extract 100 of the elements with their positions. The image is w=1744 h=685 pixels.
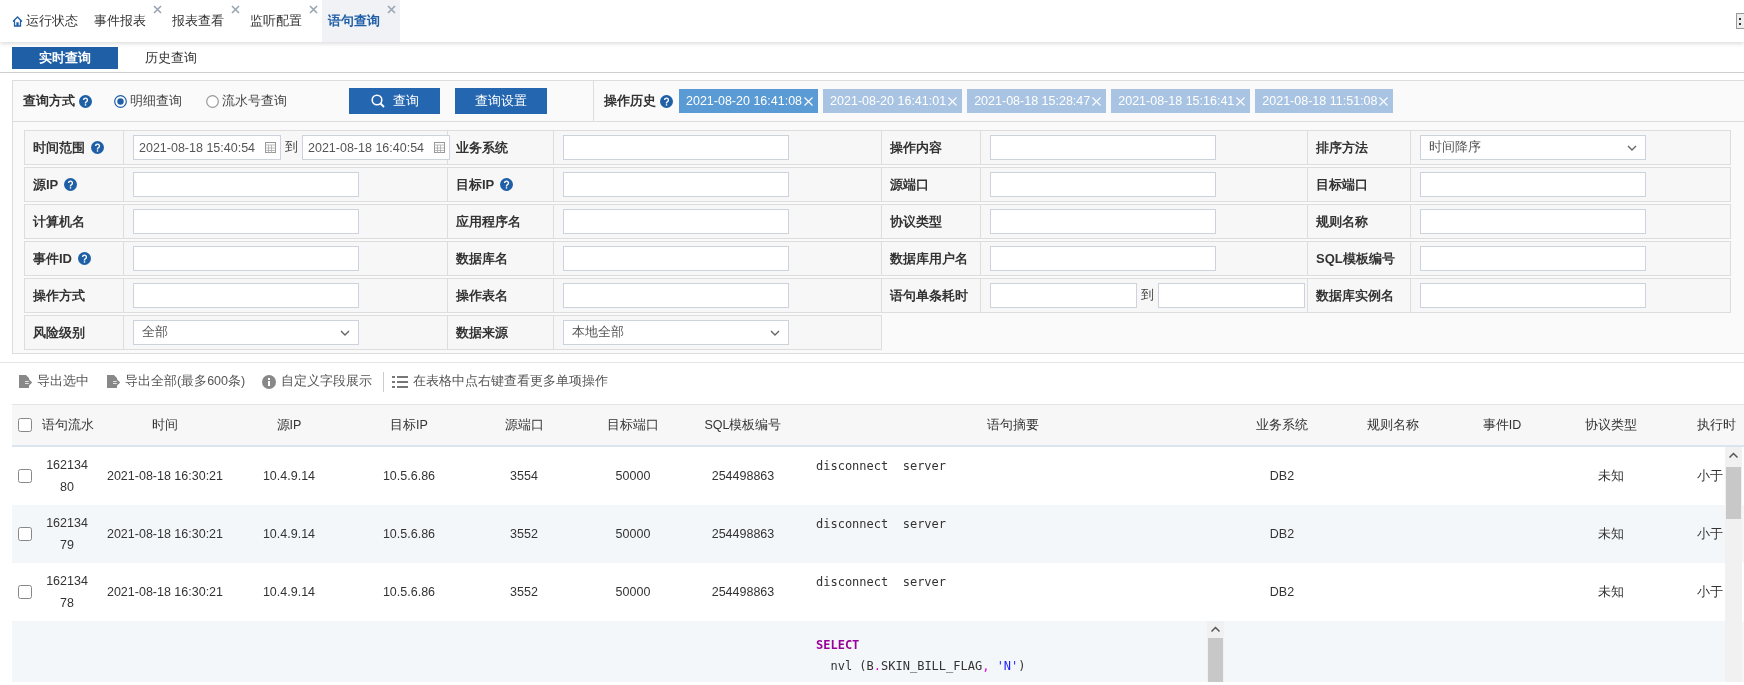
scrollbar[interactable] (1725, 447, 1742, 682)
text-field[interactable] (990, 209, 1216, 234)
tab[interactable]: 事件报表 (88, 0, 166, 42)
text-field[interactable] (133, 172, 359, 197)
toolbar-button[interactable]: 导出选中 (18, 373, 89, 390)
field-label: 数据库用户名 (890, 249, 968, 268)
tab[interactable]: 报表查看 (166, 0, 244, 42)
dropdown[interactable]: 本地全部 (563, 320, 789, 345)
field-label: 操作方式 (33, 286, 85, 305)
tab[interactable]: 语句查询 (322, 0, 400, 42)
checkbox[interactable] (18, 527, 32, 541)
checkbox[interactable] (18, 585, 32, 599)
table-cell: DB2 (1269, 469, 1295, 483)
tab[interactable]: 实时查询 (12, 47, 118, 69)
close-icon[interactable] (231, 5, 240, 14)
text-field[interactable] (563, 172, 789, 197)
field-label: 数据库实例名 (1316, 286, 1394, 305)
scrollbar-thumb[interactable] (1726, 467, 1741, 519)
column-header[interactable]: 执行时 (1697, 416, 1736, 434)
help-icon[interactable] (91, 141, 104, 154)
help-icon[interactable] (660, 94, 673, 108)
dropdown[interactable]: 时间降序 (1420, 135, 1646, 160)
field-label: 协议类型 (890, 212, 942, 231)
scrollbar-thumb[interactable] (1208, 638, 1223, 682)
text-field[interactable] (1420, 246, 1646, 271)
text-field[interactable] (133, 283, 359, 308)
column-header[interactable]: 目标IP (390, 416, 428, 434)
close-icon[interactable] (153, 5, 162, 14)
field-label: 语句单条耗时 (890, 286, 968, 305)
column-header[interactable]: SQL模板编号 (704, 416, 782, 434)
calendar-icon[interactable] (265, 142, 276, 153)
table-cell: 10.5.6.86 (382, 469, 436, 483)
text-field[interactable] (1420, 283, 1646, 308)
toolbar-button[interactable]: 自定义字段展示 (262, 373, 373, 390)
field-label: 业务系统 (456, 138, 508, 157)
text-field[interactable] (1420, 172, 1646, 197)
field-label: 应用程序名 (456, 212, 521, 231)
date-field[interactable]: 2021-08-18 16:40:54 (302, 135, 450, 160)
checkbox[interactable] (18, 469, 32, 483)
table-cell-text: 16213480 (46, 457, 88, 496)
calendar-icon[interactable] (434, 142, 445, 153)
more-button[interactable] (1736, 13, 1744, 29)
column-header[interactable]: 规则名称 (1367, 416, 1419, 434)
settings-button[interactable]: 查询设置 (455, 88, 547, 114)
toolbar-button[interactable]: 导出全部(最多600条) (106, 373, 246, 390)
help-icon[interactable] (79, 94, 92, 108)
help-icon[interactable] (500, 178, 514, 191)
tab[interactable]: 历史查询 (118, 47, 224, 69)
text-field[interactable] (1158, 283, 1305, 308)
text-field[interactable] (133, 209, 359, 234)
text-field[interactable] (133, 246, 359, 271)
radio-option[interactable]: 明细查询 (114, 92, 182, 110)
text-field[interactable] (563, 283, 789, 308)
dropdown[interactable]: 全部 (133, 320, 359, 345)
field-label: 数据来源 (456, 323, 508, 342)
text-field[interactable] (1420, 209, 1646, 234)
table-cell: 254498863 (711, 585, 775, 599)
label: 操作历史 (604, 92, 656, 110)
column-header[interactable]: 语句摘要 (987, 416, 1039, 434)
help-icon[interactable] (78, 252, 91, 265)
text-field[interactable] (563, 135, 789, 160)
close-icon[interactable] (309, 5, 318, 14)
text-field[interactable] (990, 246, 1216, 271)
close-icon[interactable] (387, 5, 396, 14)
table-cell: 3554 (510, 469, 538, 483)
caret-icon (770, 329, 780, 336)
tab[interactable]: 监听配置 (244, 0, 322, 42)
column-header[interactable]: 语句流水 (42, 416, 94, 434)
table-cell: 10.4.9.14 (262, 469, 316, 483)
column-header[interactable]: 时间 (152, 416, 178, 434)
column-header[interactable]: 目标端口 (607, 416, 659, 434)
tab[interactable]: 运行状态 (6, 0, 88, 42)
text-field[interactable] (990, 172, 1216, 197)
radio-button[interactable] (206, 94, 219, 108)
radio-option[interactable]: 流水号查询 (206, 92, 287, 110)
help-icon[interactable] (64, 178, 78, 191)
export-icon (106, 374, 120, 389)
search-button[interactable]: 查询 (349, 88, 440, 114)
field-label: 源IP (33, 175, 59, 194)
table-cell: 2021-08-18 16:30:21 (106, 585, 224, 599)
table-cell: 50000 (615, 527, 651, 541)
toolbar-button[interactable]: 在表格中点右键查看更多单项操作 (392, 373, 609, 390)
column-header[interactable]: 源端口 (504, 416, 544, 434)
text-field[interactable] (563, 209, 789, 234)
column-header[interactable]: 业务系统 (1256, 416, 1308, 434)
text-field[interactable] (563, 246, 789, 271)
text-field[interactable] (990, 283, 1137, 308)
field-label: 时间范围 (33, 138, 85, 157)
label: 查询方式 (23, 92, 75, 110)
date-field[interactable]: 2021-08-18 15:40:54 (133, 135, 281, 160)
checkbox[interactable] (18, 418, 32, 432)
column-header[interactable]: 源IP (276, 416, 302, 434)
field-label: 目标端口 (1316, 175, 1368, 194)
table-cell: 2021-08-18 16:30:21 (106, 469, 224, 483)
column-header[interactable]: 协议类型 (1585, 416, 1637, 434)
text-field[interactable] (990, 135, 1216, 160)
column-header[interactable]: 事件ID (1482, 416, 1522, 434)
table-cell: 10.4.9.14 (262, 585, 316, 599)
caret-icon (340, 329, 350, 336)
radio-button[interactable] (114, 94, 127, 108)
